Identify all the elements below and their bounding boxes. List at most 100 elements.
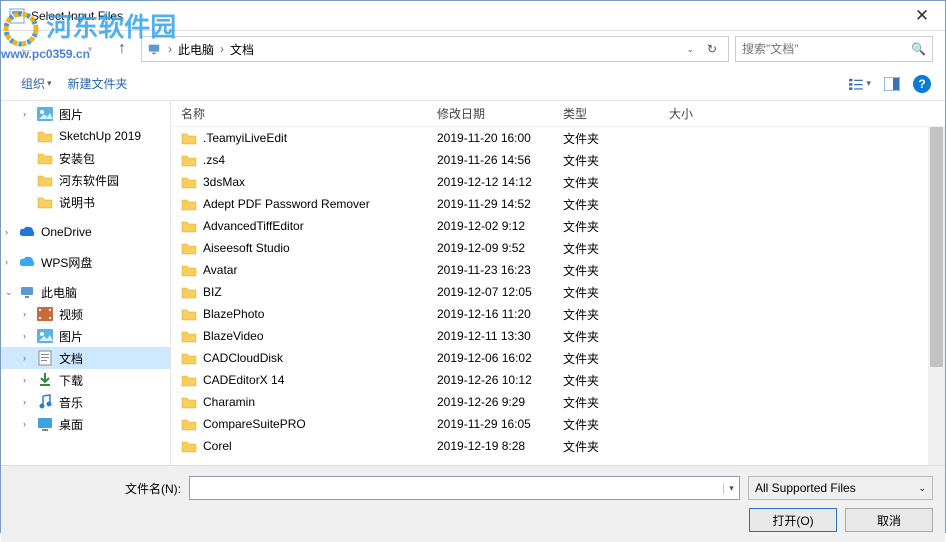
file-type-filter[interactable]: All Supported Files ⌄	[748, 476, 933, 500]
folder-icon	[37, 128, 53, 144]
tree-item-sketchup[interactable]: SketchUp 2019	[1, 125, 170, 147]
search-icon[interactable]: 🔍	[911, 42, 926, 56]
table-row[interactable]: CompareSuitePRO2019-11-29 16:05文件夹	[171, 413, 945, 435]
table-row[interactable]: Charamin2019-12-26 9:29文件夹	[171, 391, 945, 413]
chevron-right-icon: ›	[23, 419, 26, 429]
video-icon	[37, 306, 53, 322]
table-row[interactable]: BlazeVideo 2019-12-11 13:30文件夹	[171, 325, 945, 347]
file-date: 2019-12-11 13:30	[427, 329, 553, 343]
table-row[interactable]: CADCloudDisk2019-12-06 16:02文件夹	[171, 347, 945, 369]
tree-item-onedrive[interactable]: ›OneDrive	[1, 221, 170, 243]
chevron-down-icon: ⌄	[918, 483, 926, 494]
preview-pane-button[interactable]	[881, 73, 903, 95]
file-list[interactable]: 名称 修改日期 类型 大小 .TeamyiLiveEdit 2019-11-20 …	[171, 101, 945, 465]
chevron-down-icon: ▾	[47, 78, 52, 89]
vertical-scrollbar[interactable]	[928, 127, 945, 465]
nav-up-button[interactable]: ↑	[109, 36, 135, 62]
tree-item-package[interactable]: 安装包	[1, 147, 170, 169]
file-date: 2019-12-19 8:28	[427, 439, 553, 453]
col-header-size[interactable]: 大小	[659, 105, 739, 122]
folder-icon	[181, 284, 197, 300]
file-date: 2019-11-26 14:56	[427, 153, 553, 167]
tree-item-wps[interactable]: ›WPS网盘	[1, 251, 170, 273]
tree-item-readme[interactable]: 说明书	[1, 191, 170, 213]
file-type: 文件夹	[553, 218, 659, 235]
view-options-button[interactable]: ▾	[849, 73, 871, 95]
chevron-right-icon: ›	[23, 375, 26, 385]
folder-icon	[181, 306, 197, 322]
tree-item-docs[interactable]: ›文档	[1, 347, 170, 369]
table-row[interactable]: .TeamyiLiveEdit 2019-11-20 16:00文件夹	[171, 127, 945, 149]
tree-item-hd[interactable]: 河东软件园	[1, 169, 170, 191]
refresh-button[interactable]: ↻	[700, 42, 724, 56]
cancel-button[interactable]: 取消	[845, 508, 933, 532]
col-header-date[interactable]: 修改日期	[427, 105, 553, 122]
help-button[interactable]: ?	[913, 75, 931, 93]
open-button[interactable]: 打开(O)	[749, 508, 837, 532]
file-name: .TeamyiLiveEdit	[203, 131, 287, 145]
chevron-right-icon: ›	[23, 309, 26, 319]
table-row[interactable]: 3dsMax2019-12-12 14:12文件夹	[171, 171, 945, 193]
tree-item-pictures-2[interactable]: ›图片	[1, 325, 170, 347]
pictures-icon	[37, 106, 53, 122]
folder-icon	[37, 150, 53, 166]
filename-history-button[interactable]: ▾	[723, 483, 739, 494]
close-button[interactable]: ✕	[899, 1, 945, 31]
file-date: 2019-12-16 11:20	[427, 307, 553, 321]
tree-item-video[interactable]: ›视频	[1, 303, 170, 325]
nav-recent-button[interactable]: ▾	[77, 36, 103, 62]
nav-tree[interactable]: ›图片 SketchUp 2019 安装包 河东软件园 说明书 ›OneDriv…	[1, 101, 171, 465]
folder-icon	[181, 262, 197, 278]
table-row[interactable]: BlazePhoto2019-12-16 11:20文件夹	[171, 303, 945, 325]
table-row[interactable]: BIZ2019-12-07 12:05文件夹	[171, 281, 945, 303]
file-type: 文件夹	[553, 416, 659, 433]
file-name: .zs4	[203, 153, 225, 167]
tree-item-desktop[interactable]: ›桌面	[1, 413, 170, 435]
filename-field[interactable]: ▾	[189, 476, 740, 500]
table-row[interactable]: Corel2019-12-19 8:28文件夹	[171, 435, 945, 457]
file-type: 文件夹	[553, 262, 659, 279]
breadcrumb[interactable]: › 此电脑 › 文档 ⌄ ↻	[141, 36, 729, 62]
table-row[interactable]: Aiseesoft Studio2019-12-09 9:52文件夹	[171, 237, 945, 259]
breadcrumb-seg-thispc[interactable]: 此电脑	[178, 41, 214, 58]
table-row[interactable]: AdvancedTiffEditor2019-12-02 9:12文件夹	[171, 215, 945, 237]
tree-item-thispc[interactable]: ⌄此电脑	[1, 281, 170, 303]
organize-button[interactable]: 组织▾	[15, 71, 58, 96]
file-date: 2019-11-20 16:00	[427, 131, 553, 145]
arrow-up-icon: ↑	[118, 40, 126, 58]
file-type: 文件夹	[553, 328, 659, 345]
file-type: 文件夹	[553, 130, 659, 147]
file-date: 2019-12-12 14:12	[427, 175, 553, 189]
scrollbar-thumb[interactable]	[930, 127, 943, 367]
table-row[interactable]: CADEditorX 142019-12-26 10:12文件夹	[171, 369, 945, 391]
col-header-name[interactable]: 名称	[171, 105, 427, 122]
chevron-right-icon: ›	[164, 42, 176, 56]
col-header-type[interactable]: 类型	[553, 105, 659, 122]
table-row[interactable]: .zs42019-11-26 14:56文件夹	[171, 149, 945, 171]
search-input[interactable]	[742, 42, 907, 56]
file-name: Charamin	[203, 395, 255, 409]
search-box[interactable]: 🔍	[735, 36, 933, 62]
table-row[interactable]: Adept PDF Password Remover2019-11-29 14:…	[171, 193, 945, 215]
table-row[interactable]: Avatar2019-11-23 16:23文件夹	[171, 259, 945, 281]
file-name: Aiseesoft Studio	[203, 241, 290, 255]
file-type: 文件夹	[553, 438, 659, 455]
new-folder-button[interactable]: 新建文件夹	[62, 71, 134, 96]
file-name: BlazePhoto	[203, 307, 264, 321]
breadcrumb-seg-docs[interactable]: 文档	[230, 41, 254, 58]
file-name: CADEditorX 14	[203, 373, 284, 387]
tree-item-downloads[interactable]: ›下载	[1, 369, 170, 391]
filename-label: 文件名(N):	[1, 480, 181, 497]
file-name: Adept PDF Password Remover	[203, 197, 370, 211]
chevron-down-icon[interactable]: ⌄	[682, 44, 698, 55]
nav-forward-button[interactable]: →	[45, 36, 71, 62]
file-name: CompareSuitePRO	[203, 417, 306, 431]
nav-back-button[interactable]: ←	[13, 36, 39, 62]
chevron-right-icon: ›	[23, 109, 26, 119]
tree-item-music[interactable]: ›音乐	[1, 391, 170, 413]
tree-item-pictures[interactable]: ›图片	[1, 103, 170, 125]
pictures-icon	[37, 328, 53, 344]
file-name: BlazeVideo	[203, 329, 264, 343]
filename-input[interactable]	[190, 481, 723, 495]
preview-pane-icon	[884, 77, 900, 91]
